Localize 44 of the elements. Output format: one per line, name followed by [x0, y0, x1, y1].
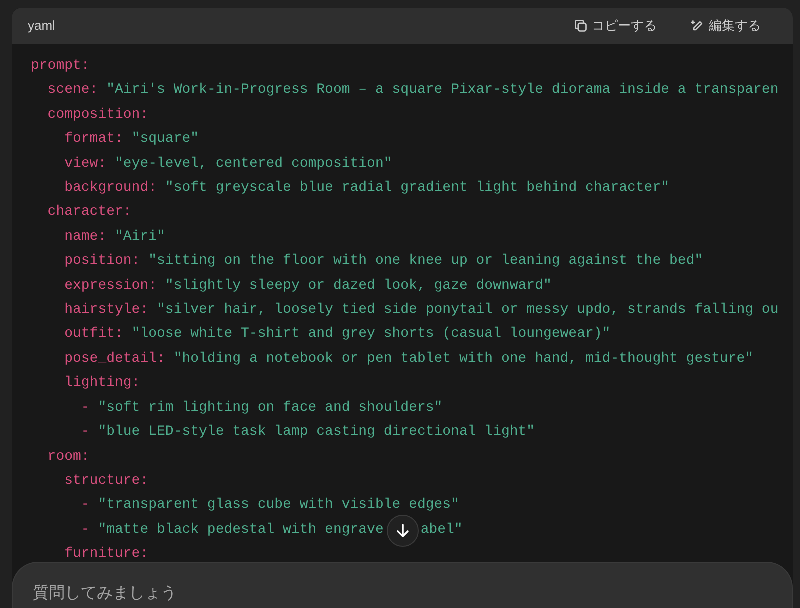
message-input[interactable]: 質問してみましょう: [33, 581, 772, 605]
yaml-key: lighting:: [64, 375, 140, 392]
yaml-key: background:: [64, 180, 158, 196]
copy-button[interactable]: コピーする: [574, 16, 657, 36]
yaml-key: format:: [64, 131, 124, 148]
pencil-icon: [691, 19, 705, 33]
yaml-string: "silver hair, loosely tied side ponytail or messy updo, strands falling ou: [157, 302, 779, 318]
yaml-key: structure:: [64, 472, 149, 489]
yaml-key: expression:: [64, 278, 158, 294]
yaml-string: "holding a notebook or pen tablet with one hand, mid-thought gesture": [174, 350, 754, 367]
yaml-string: "matte black pedestal with engrave: [98, 522, 384, 538]
yaml-key: pose_detail:: [64, 350, 166, 367]
yaml-string: "Airi": [115, 228, 166, 245]
yaml-string: "slightly sleepy or dazed look, gaze downward": [165, 278, 552, 294]
yaml-string: "Airi's Work-in-Progress Room – a square Pixar-style diorama inside a transparen: [106, 82, 779, 98]
list-dash: -: [81, 497, 90, 514]
list-dash: -: [81, 400, 90, 416]
yaml-string: "square": [132, 131, 200, 148]
yaml-key: room:: [48, 448, 90, 464]
copy-icon: [574, 19, 588, 33]
down-arrow-icon: [395, 523, 411, 539]
yaml-string: "transparent glass cube with visible edges": [98, 497, 460, 514]
yaml-key: scene:: [48, 82, 98, 98]
yaml-key: position:: [64, 253, 140, 270]
yaml-string: "sitting on the floor with one knee up or leaning against the bed": [148, 253, 704, 270]
yaml-string: abel": [420, 522, 463, 538]
yaml-key: outfit:: [64, 326, 124, 342]
yaml-string: "loose white T-shirt and grey shorts (casual loungewear)": [132, 326, 611, 342]
yaml-string: "blue LED-style task lamp casting directional light": [98, 424, 536, 440]
list-dash: -: [81, 522, 90, 538]
yaml-key: hairstyle:: [64, 302, 149, 318]
yaml-key: name:: [64, 228, 107, 245]
composer-field[interactable]: 質問してみましょう: [12, 562, 793, 608]
yaml-string: "soft greyscale blue radial gradient light behind character": [165, 180, 670, 196]
yaml-string: "soft rim lighting on face and shoulders": [98, 400, 443, 416]
yaml-string: "eye-level, centered composition": [115, 156, 392, 172]
yaml-key: character:: [48, 204, 132, 220]
language-label: yaml: [28, 17, 56, 36]
edit-button[interactable]: 編集する: [691, 16, 761, 36]
yaml-key: prompt:: [31, 58, 90, 74]
yaml-key: view:: [64, 156, 107, 172]
yaml-key: composition:: [48, 106, 149, 123]
list-dash: -: [81, 424, 90, 440]
yaml-key: furniture:: [64, 546, 149, 562]
